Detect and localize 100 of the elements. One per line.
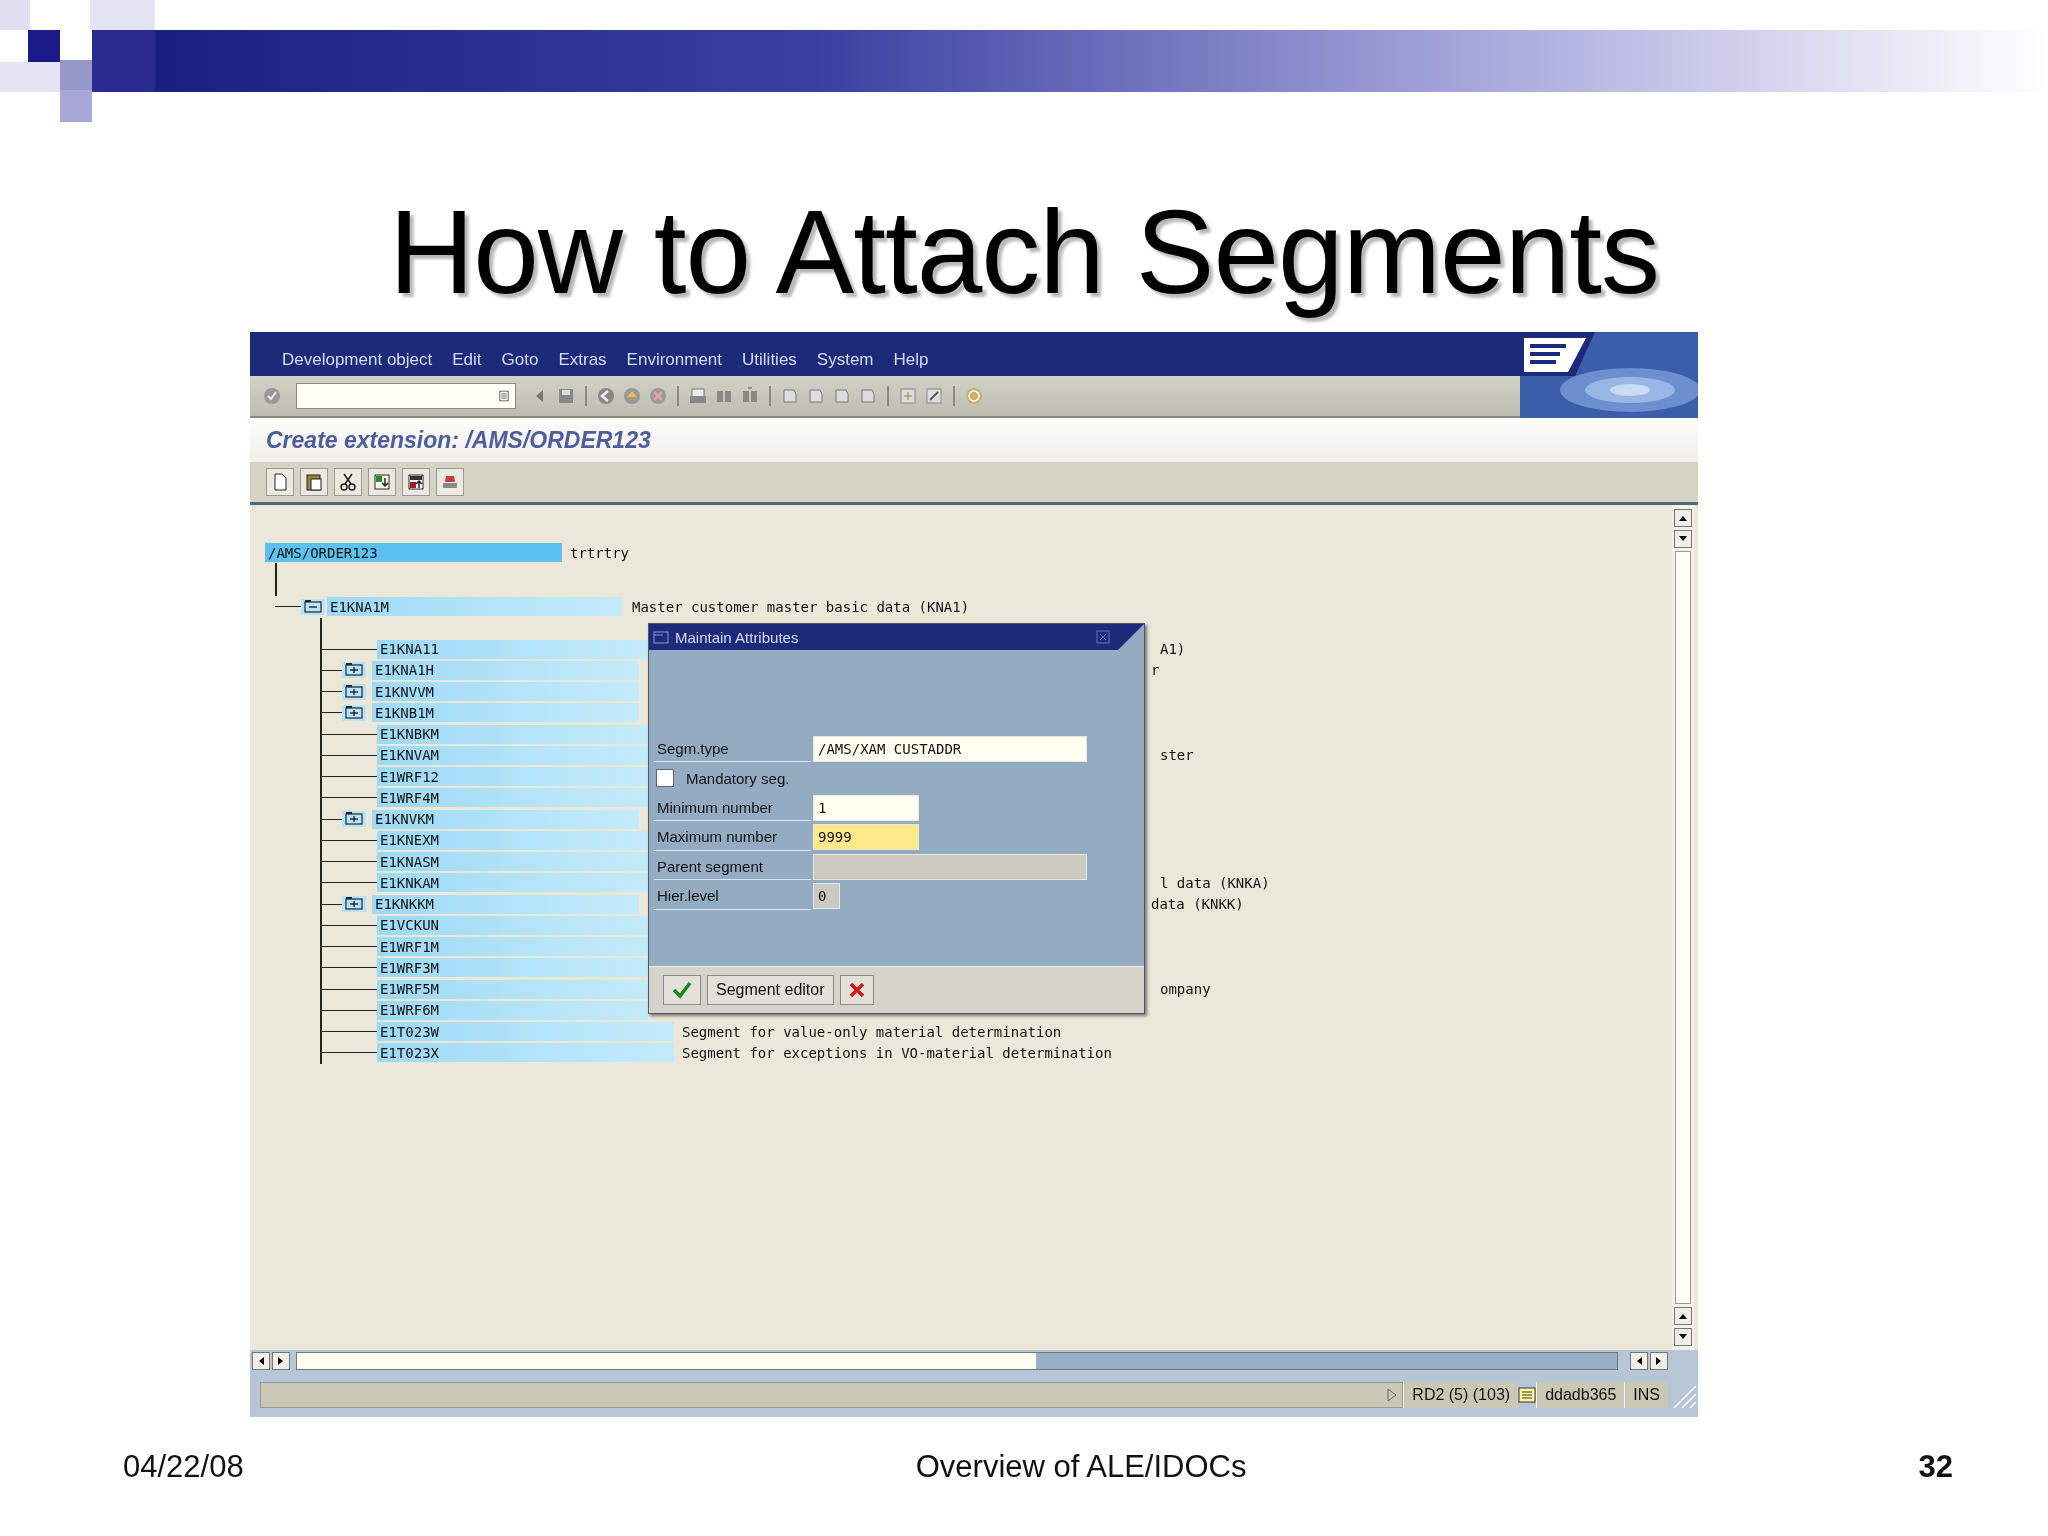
scroll-down-icon[interactable] <box>1678 1333 1688 1341</box>
input-field[interactable]: 9999 <box>813 824 919 851</box>
node-description: r <box>1151 662 1160 679</box>
scroll-left-icon[interactable] <box>257 1356 265 1366</box>
input-field[interactable]: 1 <box>813 794 919 821</box>
expand-icon[interactable] <box>342 896 366 913</box>
tree-node[interactable]: E1KNASM <box>377 852 648 872</box>
insert-above-icon <box>406 472 426 492</box>
close-icon[interactable] <box>1096 630 1110 644</box>
dropdown-icon[interactable] <box>497 389 511 403</box>
expand-icon[interactable] <box>342 662 366 679</box>
menu-item[interactable]: Development object <box>282 350 433 370</box>
clipboard-icon <box>304 472 324 492</box>
field-label: Segm.type <box>654 735 811 763</box>
tree-node[interactable]: E1WRF4M <box>377 788 648 808</box>
field-label: Maximum number <box>654 823 811 851</box>
vertical-scrollbar[interactable] <box>1672 505 1694 1350</box>
cross-icon <box>848 982 865 998</box>
scroll-left-icon[interactable] <box>1635 1356 1643 1366</box>
expand-icon[interactable] <box>342 683 366 700</box>
scroll-right-icon[interactable] <box>277 1356 285 1366</box>
screen-title: Create extension: /AMS/ORDER123 <box>250 418 1698 462</box>
node-description: data (KNKK) <box>1151 896 1244 913</box>
slide-date: 04/22/08 <box>123 1448 244 1485</box>
window-icon <box>653 630 669 644</box>
enter-icon[interactable] <box>262 386 282 406</box>
confirm-button[interactable] <box>663 975 701 1005</box>
tree-node[interactable]: E1WRF5M <box>377 979 648 999</box>
tree-node[interactable]: E1WRF6M <box>377 1000 648 1020</box>
segment-editor-button[interactable]: Segment editor <box>707 975 834 1005</box>
system-info: RD2 (5) (103) <box>1403 1381 1519 1408</box>
expand-triangle-icon[interactable] <box>1386 1386 1399 1403</box>
checkmark-icon <box>672 981 692 999</box>
expand-icon[interactable] <box>342 811 366 828</box>
tree-node[interactable]: E1KNA1M <box>327 597 622 617</box>
insert-above-button[interactable] <box>402 468 430 496</box>
tree-node[interactable]: E1WRF3M <box>377 958 648 978</box>
node-description: ompany <box>1160 981 1211 998</box>
insert-below-button[interactable] <box>368 468 396 496</box>
server-name: ddadb365 <box>1536 1381 1625 1408</box>
node-description: ster <box>1160 747 1194 764</box>
first-page-icon[interactable] <box>780 386 800 406</box>
node-description: l data (KNKA) <box>1160 874 1270 891</box>
tree-node[interactable]: E1KNVVM <box>372 682 639 702</box>
menu-item[interactable]: System <box>816 350 874 370</box>
menu-item[interactable]: Goto <box>501 350 539 370</box>
slide-footer-title: Overview of ALE/IDOCs <box>915 1448 1247 1485</box>
last-page-icon[interactable] <box>858 386 878 406</box>
tree-node[interactable]: E1VCKUN <box>377 915 648 935</box>
expand-icon[interactable] <box>342 704 366 721</box>
next-page-icon[interactable] <box>832 386 852 406</box>
node-description: Segment for exceptions in VO-material determination <box>682 1044 1112 1061</box>
tree-node[interactable]: E1KNA1H <box>372 660 639 680</box>
scissors-button[interactable] <box>334 468 362 496</box>
scroll-up-icon[interactable] <box>1678 514 1688 522</box>
stamp-button[interactable] <box>436 468 464 496</box>
tree-node[interactable]: E1KNKKM <box>372 894 639 914</box>
previous-page-icon[interactable] <box>806 386 826 406</box>
tree-node[interactable]: E1KNKAM <box>377 873 648 893</box>
tree-node[interactable]: E1WRF12 <box>377 767 648 787</box>
scroll-down-icon[interactable] <box>1678 535 1688 543</box>
tree-node[interactable]: E1KNEXM <box>377 830 648 850</box>
command-field[interactable] <box>296 383 516 409</box>
menu-item[interactable]: Edit <box>452 350 482 370</box>
collapse-icon[interactable] <box>301 598 325 615</box>
scroll-right-icon[interactable] <box>1655 1356 1663 1366</box>
tree-node[interactable]: E1T023X <box>377 1043 674 1063</box>
scroll-up-icon[interactable] <box>1678 1312 1688 1320</box>
tree-node[interactable]: E1T023W <box>377 1022 674 1042</box>
checkbox-label: Mandatory seg. <box>686 769 790 787</box>
horizontal-scrollbar[interactable] <box>250 1350 1698 1372</box>
menu-item[interactable]: Utilities <box>742 350 797 370</box>
menu-item[interactable]: Help <box>893 350 929 370</box>
input-field[interactable]: /AMS/XAM_CUSTADDR <box>813 735 1087 762</box>
menu-item[interactable]: Extras <box>558 350 607 370</box>
scissors-icon <box>338 472 358 492</box>
insert-below-icon <box>372 472 392 492</box>
field-label: Parent segment <box>654 853 811 881</box>
tree-node[interactable]: E1KNVAM <box>377 745 648 765</box>
node-description: Segment for value-only material determination <box>682 1023 1062 1040</box>
help-icon[interactable] <box>964 386 984 406</box>
menu-item[interactable]: Environment <box>626 350 723 370</box>
shortcut-icon[interactable] <box>924 386 944 406</box>
slide-title: How to Attach Segments <box>388 185 1660 320</box>
tree-node[interactable]: E1KNVKM <box>372 809 639 829</box>
document-button[interactable] <box>266 468 294 496</box>
print-icon[interactable] <box>688 386 708 406</box>
cancel-button[interactable] <box>839 975 874 1005</box>
checkbox[interactable] <box>656 769 674 788</box>
tree-root-node[interactable]: /AMS/ORDER123 <box>265 543 562 563</box>
list-icon[interactable] <box>1518 1386 1537 1403</box>
dialog-title: Maintain Attributes <box>675 628 800 646</box>
tree-node[interactable]: E1WRF1M <box>377 937 648 957</box>
tree-node[interactable]: E1KNB1M <box>372 703 639 723</box>
save-icon[interactable] <box>556 386 576 406</box>
clipboard-button[interactable] <box>300 468 328 496</box>
field-label: Hier.level <box>654 882 811 910</box>
node-description: Master customer master basic data (KNA1) <box>632 598 970 615</box>
tree-node[interactable]: E1KNA11 <box>377 639 648 659</box>
tree-node[interactable]: E1KNBKM <box>377 724 648 744</box>
